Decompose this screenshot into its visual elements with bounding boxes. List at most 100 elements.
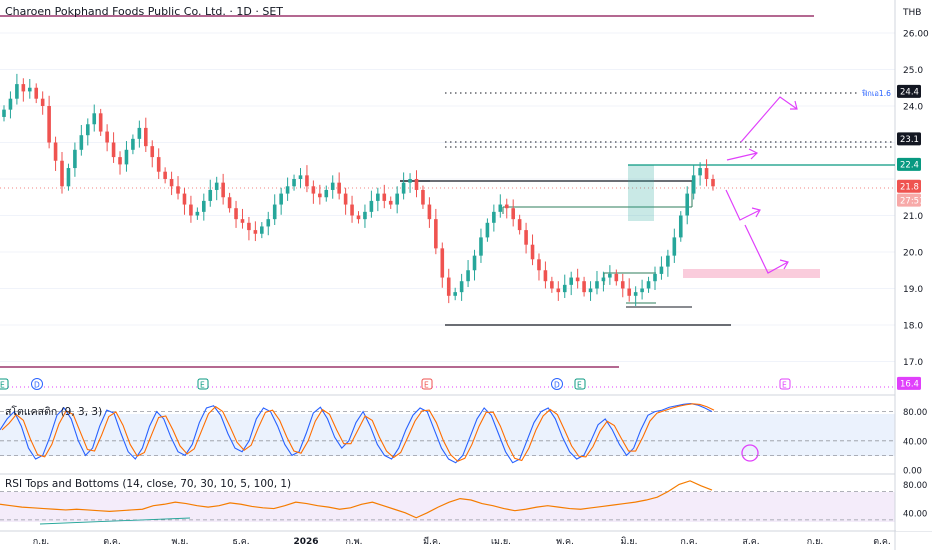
candle-body xyxy=(479,237,483,256)
candle-body xyxy=(163,171,167,179)
time-tick-label: ต.ค. xyxy=(103,537,121,547)
candle-body xyxy=(704,168,709,179)
candle-body xyxy=(530,244,535,260)
currency-label: THB xyxy=(902,8,921,18)
candle-body xyxy=(260,226,264,234)
time-axis[interactable]: ก.ย. ต.ค. พ.ย. ธ.ค. 2026 ก.พ. มี.ค. เม.ย. พ.ค. มิ… xyxy=(33,536,891,547)
event-marker-label: E xyxy=(577,381,582,390)
candle-body xyxy=(550,281,554,289)
candle-body xyxy=(272,204,277,220)
candle-body xyxy=(202,200,206,212)
candle-body xyxy=(350,204,354,216)
candle-body xyxy=(234,208,238,220)
event-marker-label: E xyxy=(424,381,429,390)
candle-body xyxy=(401,182,406,194)
time-tick-label: ก.ย. xyxy=(33,537,49,547)
time-tick-label: ก.พ. xyxy=(345,537,362,547)
candle-body xyxy=(711,179,715,187)
chart-canvas[interactable]: 26.00 25.0 24.0 21.0 20.0 19.0 18.0 17.0 24.4 23… xyxy=(0,0,932,550)
time-tick-label: มี.ค. xyxy=(423,536,441,547)
time-tick-label: พ.ย. xyxy=(172,537,189,547)
candle-body xyxy=(485,222,490,238)
candle-body xyxy=(543,270,548,282)
candlestick-series xyxy=(2,73,715,307)
candle-body xyxy=(672,237,677,256)
candle-body xyxy=(266,219,271,227)
time-tick-label: ส.ค. xyxy=(742,537,759,547)
candle-body xyxy=(318,193,322,198)
price-axis[interactable] xyxy=(896,0,932,531)
candle-body xyxy=(363,211,367,220)
candle-body xyxy=(79,135,84,150)
candle-body xyxy=(2,109,6,117)
stoch-tick-label: 80.00 xyxy=(903,408,927,418)
candle-body xyxy=(504,204,509,209)
candle-body xyxy=(131,138,135,150)
target-zone xyxy=(683,269,820,278)
candle-body xyxy=(124,149,129,165)
event-marker-label: D xyxy=(554,381,560,390)
projection-arrow xyxy=(744,224,789,274)
event-markers[interactable]: EDEEDEE xyxy=(0,378,791,390)
event-marker-label: D xyxy=(34,381,40,390)
candle-body xyxy=(66,168,71,187)
candle-body xyxy=(105,131,109,143)
candle-body xyxy=(575,277,580,282)
candle-body xyxy=(247,222,251,231)
candle-body xyxy=(92,113,97,125)
candle-body xyxy=(195,211,200,216)
candle-body xyxy=(440,248,445,278)
projection-arrow xyxy=(726,152,758,161)
candle-body xyxy=(214,182,219,190)
candle-body xyxy=(421,189,425,205)
event-marker-label: E xyxy=(200,381,205,390)
candle-body xyxy=(221,182,225,198)
rsi-band xyxy=(0,492,895,522)
candle-body xyxy=(595,281,599,289)
time-tick-label: ก.ค. xyxy=(680,537,697,547)
candle-body xyxy=(73,149,77,169)
candle-body xyxy=(388,200,393,205)
candle-body xyxy=(305,175,309,187)
candle-body xyxy=(253,230,258,234)
candle-body xyxy=(666,255,670,267)
candle-body xyxy=(8,98,13,110)
candle-body xyxy=(15,84,19,99)
candle-body xyxy=(98,113,103,132)
symbol-title: Charoen Pokphand Foods Public Co. Ltd. ·… xyxy=(5,5,284,18)
price-badge-text: 22.4 xyxy=(900,161,919,171)
candle-body xyxy=(53,142,58,161)
price-tick-label: 26.00 xyxy=(903,30,929,40)
candle-body xyxy=(279,193,283,205)
candle-body xyxy=(169,179,174,187)
price-tick-label: 17.0 xyxy=(903,358,923,368)
time-tick-label: มิ.ย. xyxy=(621,536,638,547)
candle-body xyxy=(240,219,245,223)
price-tick-label: 20.0 xyxy=(903,249,923,259)
price-tick-label: 24.0 xyxy=(903,103,923,113)
fib-label: ฟิกเอ1.6 xyxy=(861,89,891,98)
time-tick-label: ต.ค. xyxy=(873,537,891,547)
candle-body xyxy=(208,189,213,201)
price-badge-text: 27:51 xyxy=(900,196,925,206)
stoch-label: สโตแคสติก (9, 3, 3) xyxy=(5,406,103,418)
candle-body xyxy=(517,219,522,231)
candle-body xyxy=(588,288,593,293)
candle-body xyxy=(608,273,612,278)
candle-body xyxy=(640,288,644,293)
price-tick-label: 18.0 xyxy=(903,322,923,332)
rsi-tick-label: 40.00 xyxy=(903,509,927,519)
candle-body xyxy=(311,186,316,194)
time-tick-label: เม.ย. xyxy=(491,537,511,547)
price-badge-text: 16.4 xyxy=(900,380,919,390)
candle-body xyxy=(620,281,625,289)
candle-body xyxy=(176,186,180,194)
candle-body xyxy=(356,215,361,220)
candle-body xyxy=(434,219,438,249)
candle-body xyxy=(369,200,374,212)
time-tick-label: 2026 xyxy=(293,537,318,547)
candle-body xyxy=(414,179,419,190)
candle-body xyxy=(150,146,155,158)
candle-body xyxy=(562,284,567,293)
candle-body xyxy=(453,292,457,296)
